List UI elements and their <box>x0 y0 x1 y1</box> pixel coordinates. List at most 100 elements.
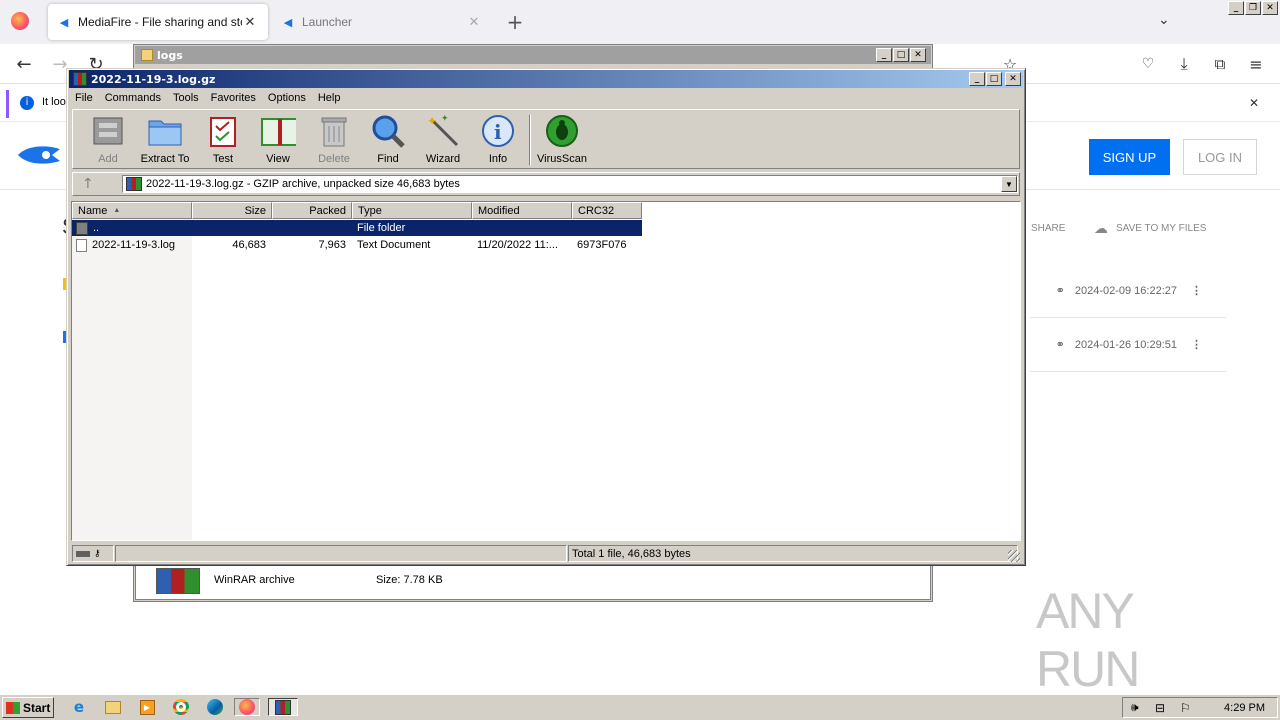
folder-up-icon <box>76 221 88 235</box>
volume-icon[interactable]: 🕪 <box>1131 700 1139 715</box>
find-label: Find <box>377 153 399 165</box>
maximize-icon[interactable]: □ <box>986 72 1002 86</box>
start-label: Start <box>23 700 51 715</box>
restore-icon[interactable]: ❐ <box>1245 1 1261 15</box>
minimize-icon[interactable]: _ <box>969 72 985 86</box>
menu-favorites[interactable]: Favorites <box>205 92 262 104</box>
status-drive-indicator[interactable]: ⚷ <box>72 545 114 562</box>
add-button[interactable]: Add <box>80 113 136 167</box>
login-button[interactable]: LOG IN <box>1183 139 1257 175</box>
column-header-type[interactable]: Type <box>352 202 472 219</box>
delete-button[interactable]: Delete <box>306 113 362 167</box>
column-header-size[interactable]: Size <box>192 202 272 219</box>
extensions-icon[interactable]: ⧉ <box>1206 50 1234 78</box>
add-icon <box>90 113 126 149</box>
more-options-icon[interactable]: ⋮ <box>1191 338 1202 351</box>
firefox-icon[interactable] <box>11 12 29 30</box>
back-arrow-icon[interactable]: ← <box>10 50 38 78</box>
logs-file-row[interactable]: WinRAR archive Size: 7.78 KB <box>135 565 931 600</box>
new-tab-button[interactable]: + <box>505 10 525 34</box>
view-label: View <box>266 153 290 165</box>
firefox-taskbar-icon[interactable] <box>234 698 260 716</box>
row-packed: 7,963 <box>318 239 346 251</box>
pocket-icon[interactable]: ♡ <box>1134 50 1162 78</box>
close-tab-icon[interactable]: ✕ <box>466 14 482 30</box>
mediafire-logo-icon[interactable] <box>16 144 62 166</box>
logs-window-titlebar[interactable]: logs <box>135 46 931 64</box>
dropdown-arrow-icon[interactable]: ▼ <box>1001 176 1017 192</box>
flag-icon[interactable]: ⚐ <box>1180 701 1191 715</box>
download-icon[interactable]: ⤓ <box>1170 50 1198 78</box>
maximize-icon[interactable]: □ <box>893 48 909 62</box>
close-icon[interactable]: ✕ <box>1262 1 1278 15</box>
find-button[interactable]: Find <box>360 113 416 167</box>
tab-launcher[interactable]: ◀ Launcher ✕ <box>272 4 492 40</box>
winrar-archive-icon <box>126 177 142 191</box>
explorer-folder-icon[interactable] <box>102 698 124 716</box>
winrar-window-controls: _ □ ✕ <box>969 72 1021 86</box>
close-icon[interactable]: ✕ <box>1005 72 1021 86</box>
menu-options[interactable]: Options <box>262 92 312 104</box>
minimize-icon[interactable]: _ <box>876 48 892 62</box>
menu-file[interactable]: File <box>69 92 99 104</box>
menu-commands[interactable]: Commands <box>99 92 167 104</box>
list-tabs-icon[interactable]: ⌄ <box>1158 12 1170 28</box>
table-row-parent[interactable]: .. File folder <box>72 220 642 236</box>
winrar-taskbar-icon[interactable] <box>268 698 298 716</box>
row-type: File folder <box>357 222 406 234</box>
table-row-file[interactable]: 2022-11-19-3.log 46,683 7,963 Text Docum… <box>72 237 642 253</box>
save-to-files-button[interactable]: ☁ SAVE TO MY FILES <box>1094 220 1206 237</box>
trash-icon <box>316 113 352 149</box>
extract-to-button[interactable]: Extract To <box>137 113 193 167</box>
media-player-icon[interactable]: ▶ <box>136 698 158 716</box>
menu-icon[interactable]: ≡ <box>1242 50 1270 78</box>
link-icon: ⚭ <box>1055 285 1065 297</box>
view-button[interactable]: View <box>250 113 306 167</box>
column-header-name[interactable]: Name ▲ <box>72 202 192 219</box>
name-column-shade <box>72 219 192 540</box>
column-header-modified[interactable]: Modified <box>472 202 572 219</box>
svg-text:✦: ✦ <box>441 113 449 123</box>
anyrun-watermark: ANY RUN <box>1036 583 1236 697</box>
network-icon[interactable]: ⊟ <box>1155 701 1165 715</box>
close-notification-icon[interactable]: ✕ <box>1249 96 1259 110</box>
path-text: 2022-11-19-3.log.gz - GZIP archive, unpa… <box>146 178 460 190</box>
start-button[interactable]: Start <box>2 697 54 718</box>
watermark-text: ANY RUN <box>1036 583 1140 697</box>
close-tab-icon[interactable]: ✕ <box>242 14 258 30</box>
up-folder-icon[interactable]: ↑ <box>82 176 94 192</box>
menu-help[interactable]: Help <box>312 92 347 104</box>
column-header-crc32[interactable]: CRC32 <box>572 202 642 219</box>
file-row[interactable]: ⚭ 2024-01-26 10:29:51 ⋮ <box>1030 318 1226 372</box>
info-icon: i <box>480 113 516 149</box>
info-button[interactable]: i Info <box>470 113 526 167</box>
cloud-plus-icon: ☁ <box>1094 220 1108 236</box>
svg-text:i: i <box>494 120 502 144</box>
path-combo[interactable]: 2022-11-19-3.log.gz - GZIP archive, unpa… <box>122 175 1018 193</box>
close-icon[interactable]: ✕ <box>910 48 926 62</box>
status-total: Total 1 file, 46,683 bytes <box>568 545 1018 562</box>
edge-icon[interactable] <box>204 698 226 716</box>
menu-tools[interactable]: Tools <box>167 92 205 104</box>
file-row[interactable]: ⚭ 2024-02-09 16:22:27 ⋮ <box>1030 264 1226 318</box>
file-type: WinRAR archive <box>214 574 295 586</box>
minimize-icon[interactable]: _ <box>1228 1 1244 15</box>
row-name: 2022-11-19-3.log <box>76 237 192 253</box>
resize-grip-icon[interactable] <box>1008 550 1020 562</box>
more-options-icon[interactable]: ⋮ <box>1191 284 1202 297</box>
chrome-icon[interactable] <box>170 698 192 716</box>
winrar-titlebar[interactable]: 2022-11-19-3.log.gz <box>69 70 1023 88</box>
share-button[interactable]: SHARE <box>1031 223 1065 234</box>
file-date: 2024-01-26 10:29:51 <box>1074 338 1177 351</box>
wizard-button[interactable]: ✦ ✦ Wizard <box>415 113 471 167</box>
info-icon: i <box>20 96 34 110</box>
virusscan-button[interactable]: VirusScan <box>534 113 590 167</box>
test-button[interactable]: Test <box>195 113 251 167</box>
signup-button[interactable]: SIGN UP <box>1089 139 1170 175</box>
test-icon <box>205 113 241 149</box>
column-header-packed[interactable]: Packed <box>272 202 352 219</box>
test-label: Test <box>212 153 234 165</box>
ie-icon[interactable]: e <box>68 698 90 716</box>
tab-mediafire[interactable]: ◀ MediaFire - File sharing and storag ✕ <box>48 4 268 40</box>
notification-accent <box>6 90 9 118</box>
